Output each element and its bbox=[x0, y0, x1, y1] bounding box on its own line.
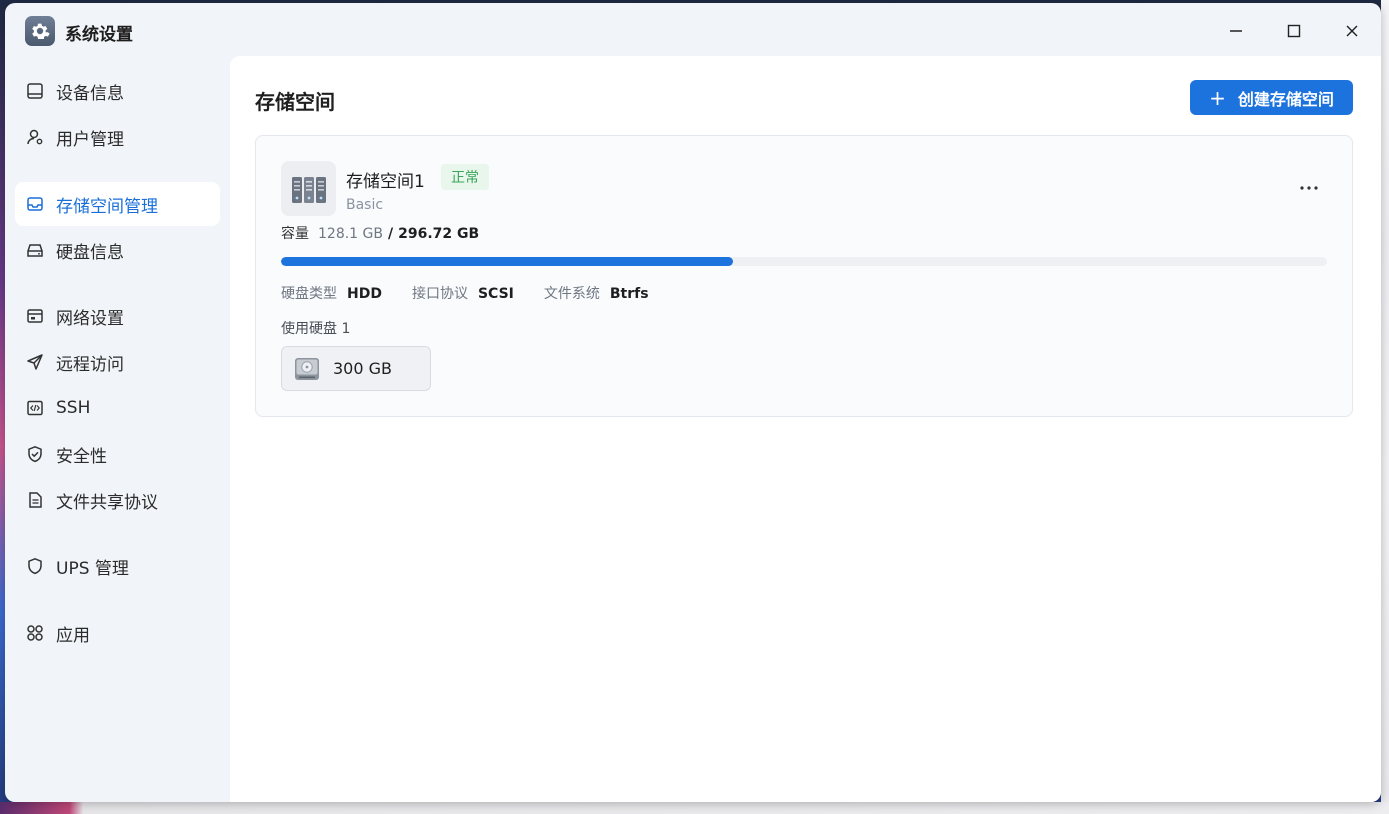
close-button[interactable] bbox=[1337, 17, 1367, 45]
hard-disk-icon bbox=[25, 240, 45, 260]
send-icon bbox=[25, 352, 45, 372]
more-options-button[interactable] bbox=[1296, 178, 1322, 198]
page-title: 存储空间 bbox=[255, 90, 335, 114]
prop-interface: 接口协议 SCSI bbox=[412, 283, 514, 303]
storage-icon bbox=[25, 194, 45, 214]
sidebar-item-label: SSH bbox=[56, 398, 91, 418]
user-settings-icon bbox=[25, 127, 45, 147]
minimize-icon bbox=[1230, 30, 1242, 32]
hard-drive-icon bbox=[293, 355, 321, 383]
create-storage-button[interactable]: + 创建存储空间 bbox=[1190, 80, 1353, 115]
prop-key: 接口协议 bbox=[411, 286, 468, 302]
pool-properties: 硬盘类型 HDD 接口协议 SCSI 文件系统 Btrfs bbox=[281, 283, 679, 303]
server-rack-icon bbox=[281, 161, 336, 216]
sidebar-item-network[interactable]: 网络设置 bbox=[15, 294, 220, 338]
sidebar-item-apps[interactable]: 应用 bbox=[15, 611, 220, 655]
sidebar-item-label: 远程访问 bbox=[56, 354, 124, 375]
disk-chip[interactable]: 300 GB bbox=[281, 346, 431, 391]
desktop-background-bottom bbox=[0, 802, 1389, 814]
prop-disk-type: 硬盘类型 HDD bbox=[281, 283, 382, 303]
sidebar-item-label: 用户管理 bbox=[56, 129, 124, 150]
status-badge: 正常 bbox=[441, 164, 489, 190]
sidebar-item-file-sharing[interactable]: 文件共享协议 bbox=[15, 478, 220, 522]
close-icon bbox=[1346, 25, 1358, 37]
capacity-bar-fill bbox=[281, 257, 733, 266]
sidebar-item-storage-management[interactable]: 存储空间管理 bbox=[15, 182, 220, 226]
maximize-icon bbox=[1287, 24, 1301, 38]
prop-key: 文件系统 bbox=[543, 286, 600, 302]
sidebar-item-label: 安全性 bbox=[56, 446, 107, 467]
code-icon bbox=[25, 398, 45, 418]
sidebar-item-label: 文件共享协议 bbox=[56, 492, 158, 513]
sidebar-item-label: UPS 管理 bbox=[56, 558, 129, 579]
prop-filesystem: 文件系统 Btrfs bbox=[544, 283, 649, 303]
sidebar-item-ups[interactable]: UPS 管理 bbox=[15, 544, 220, 588]
document-icon bbox=[25, 490, 45, 510]
plus-icon: + bbox=[1209, 85, 1226, 110]
prop-key: 硬盘类型 bbox=[281, 286, 337, 302]
network-icon bbox=[25, 306, 45, 326]
sidebar-item-label: 网络设置 bbox=[56, 308, 124, 329]
sidebar-item-user-management[interactable]: 用户管理 bbox=[15, 115, 220, 159]
capacity-used: 128.1 GB bbox=[318, 226, 383, 242]
capacity-separator: / bbox=[387, 226, 394, 242]
shield-icon bbox=[25, 556, 45, 576]
sidebar-item-security[interactable]: 安全性 bbox=[15, 432, 220, 476]
sidebar-item-remote-access[interactable]: 远程访问 bbox=[15, 340, 220, 384]
apps-icon bbox=[25, 623, 45, 643]
sidebar-item-disk-info[interactable]: 硬盘信息 bbox=[15, 228, 220, 272]
storage-pool-card[interactable]: 存储空间1 正常 Basic 容量 128.1 GB / 296.72 GB 硬… bbox=[255, 135, 1353, 417]
capacity-total: 296.72 GB bbox=[398, 226, 480, 242]
create-storage-label: 创建存储空间 bbox=[1237, 89, 1334, 109]
shield-check-icon bbox=[25, 444, 45, 464]
sidebar-item-ssh[interactable]: SSH bbox=[15, 386, 220, 430]
prop-value: SCSI bbox=[477, 286, 514, 302]
disk-size: 300 GB bbox=[333, 359, 392, 378]
device-icon bbox=[25, 81, 45, 101]
window-title: 系统设置 bbox=[65, 25, 133, 45]
main-content: 存储空间 + 创建存储空间 存储空间1 正常 Basic 容量 128.1 GB… bbox=[230, 56, 1381, 802]
desktop-background-right bbox=[1381, 0, 1389, 814]
used-disks-label: 使用硬盘 1 bbox=[281, 321, 351, 337]
prop-value: Btrfs bbox=[609, 286, 649, 302]
more-icon bbox=[1300, 186, 1318, 190]
prop-value: HDD bbox=[347, 286, 382, 302]
capacity-row: 容量 128.1 GB / 296.72 GB bbox=[281, 223, 479, 243]
minimize-button[interactable] bbox=[1221, 17, 1251, 45]
capacity-label: 容量 bbox=[281, 226, 309, 242]
sidebar: 设备信息 用户管理 存储空间管理 硬盘信息 网络设置 远程访问 SSH 安全性 … bbox=[5, 55, 230, 802]
pool-type: Basic bbox=[346, 197, 384, 213]
sidebar-item-label: 设备信息 bbox=[56, 83, 124, 104]
maximize-button[interactable] bbox=[1279, 17, 1309, 45]
settings-window: 系统设置 设备信息 用户管理 存储空间管理 硬盘信息 网络设置 远程访问 SSH… bbox=[5, 3, 1381, 802]
title-bar[interactable]: 系统设置 bbox=[5, 3, 1381, 55]
sidebar-item-device-info[interactable]: 设备信息 bbox=[15, 69, 220, 113]
sidebar-item-label: 应用 bbox=[56, 625, 90, 646]
gear-icon bbox=[25, 16, 55, 46]
pool-name: 存储空间1 bbox=[346, 172, 425, 192]
sidebar-item-label: 存储空间管理 bbox=[56, 196, 158, 217]
sidebar-item-label: 硬盘信息 bbox=[56, 242, 124, 263]
capacity-bar bbox=[281, 257, 1327, 266]
